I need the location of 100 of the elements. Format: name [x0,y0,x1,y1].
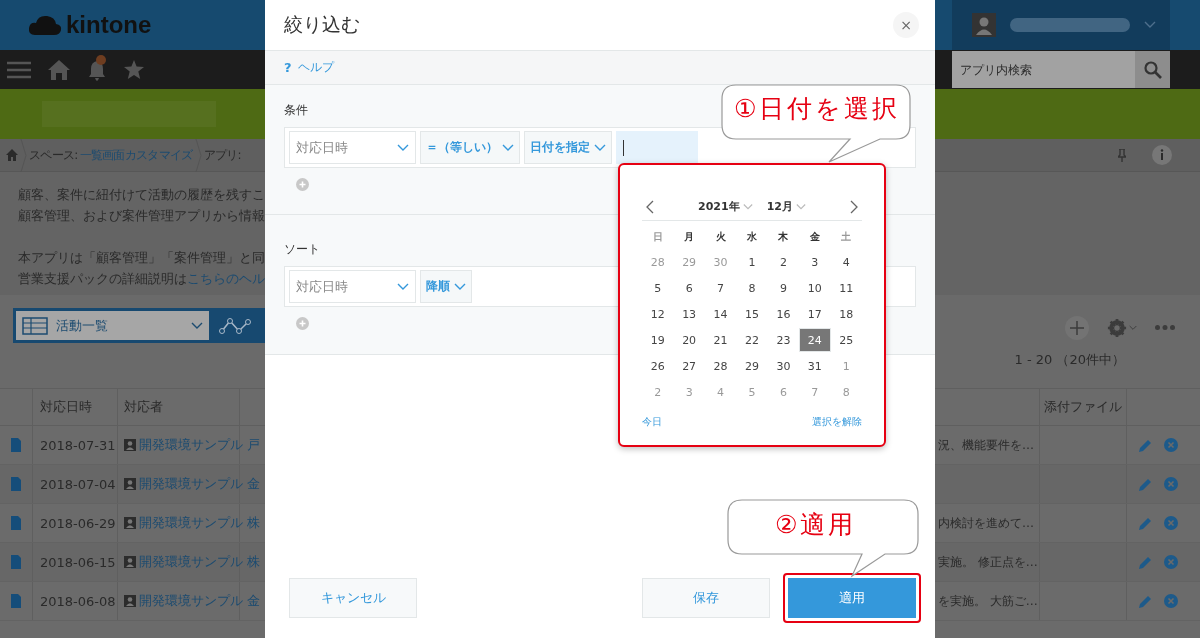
add-icon[interactable] [296,178,309,191]
calendar-day[interactable]: 29 [673,249,705,275]
settings-icon[interactable] [1107,317,1127,338]
next-icon[interactable] [850,199,858,214]
view-dropdown[interactable]: 活動一覧 [16,311,209,340]
calendar-day[interactable]: 11 [830,275,862,301]
edit-icon[interactable] [1139,516,1152,530]
calendar-day[interactable]: 20 [673,327,705,353]
calendar-day[interactable]: 8 [830,379,862,405]
help-link[interactable]: ヘルプ [297,59,334,76]
calendar-day[interactable]: 3 [673,379,705,405]
field-select[interactable]: 対応日時 [289,131,416,164]
calendar-day[interactable]: 1 [736,249,768,275]
document-icon[interactable] [11,477,21,491]
calendar-day[interactable]: 13 [673,301,705,327]
user-icon [124,478,136,490]
home-icon[interactable] [48,59,70,80]
calendar-day[interactable]: 14 [704,301,737,327]
home-icon[interactable] [6,149,18,161]
delete-icon[interactable] [1164,555,1178,569]
clear-link[interactable]: 選択を解除 [812,415,862,429]
calendar-day[interactable]: 5 [642,275,674,301]
add-icon[interactable] [296,317,309,330]
document-icon[interactable] [11,555,21,569]
edit-icon[interactable] [1139,477,1152,491]
operator-select[interactable]: ＝（等しい） [420,131,520,164]
star-icon[interactable] [124,60,144,79]
calendar-day[interactable]: 30 [767,353,800,379]
pin-icon[interactable] [1118,148,1126,162]
calendar-day[interactable]: 31 [799,353,831,379]
delete-icon[interactable] [1164,438,1178,452]
edit-icon[interactable] [1139,594,1152,608]
calendar-day[interactable]: 2 [767,249,800,275]
search-field[interactable]: アプリ内検索 [952,51,1135,88]
calendar-day[interactable]: 5 [736,379,768,405]
calendar-day[interactable]: 28 [704,353,737,379]
calendar-day[interactable]: 7 [799,379,831,405]
calendar-day[interactable]: 18 [830,301,862,327]
chevron-down-icon [1129,323,1137,332]
graph-icon[interactable] [219,316,251,335]
calendar-day[interactable]: 2 [642,379,674,405]
calendar-day[interactable]: 21 [704,327,737,353]
section-label: ソート [284,241,320,258]
calendar-day[interactable]: 4 [704,379,737,405]
document-icon[interactable] [11,516,21,530]
calendar-day[interactable]: 25 [830,327,862,353]
calendar-day[interactable]: 26 [642,353,674,379]
calendar-day[interactable]: 9 [767,275,800,301]
month-select[interactable]: 12月 [766,199,806,214]
calendar-day[interactable]: 15 [736,301,768,327]
calendar-day[interactable]: 6 [673,275,705,301]
document-icon[interactable] [11,438,21,452]
avatar-icon [972,13,996,37]
calendar-day[interactable]: 28 [642,249,674,275]
calendar-day[interactable]: 22 [736,327,768,353]
calendar-day[interactable]: 7 [704,275,737,301]
calendar-day[interactable]: 8 [736,275,768,301]
info-icon[interactable] [1152,145,1172,165]
more-icon[interactable] [1155,325,1175,330]
calendar-day[interactable]: 29 [736,353,768,379]
calendar-day[interactable]: 1 [830,353,862,379]
chevron-down-icon [397,143,409,152]
calendar-day[interactable]: 27 [673,353,705,379]
save-button[interactable]: 保存 [642,578,770,618]
edit-icon[interactable] [1139,555,1152,569]
delete-icon[interactable] [1164,516,1178,530]
calendar-day[interactable]: 4 [830,249,862,275]
date-input[interactable] [616,131,698,164]
user-menu[interactable] [952,0,1170,50]
calendar-day[interactable]: 6 [767,379,800,405]
order-select[interactable]: 降順 [420,270,472,303]
calendar-day[interactable]: 16 [767,301,800,327]
calendar-day[interactable]: 10 [799,275,831,301]
weekday-label: 日 [651,230,664,244]
weekday-label: 火 [714,230,727,244]
calendar-day[interactable]: 3 [799,249,831,275]
calendar-day[interactable]: 19 [642,327,674,353]
edit-icon[interactable] [1139,438,1152,452]
delete-icon[interactable] [1164,477,1178,491]
field-select[interactable]: 対応日時 [289,270,416,303]
calendar-day[interactable]: 24 [799,328,831,352]
app-logo[interactable]: kintone [66,11,152,39]
menu-icon[interactable] [7,60,31,79]
cancel-button[interactable]: キャンセル [289,578,417,618]
delete-icon[interactable] [1164,594,1178,608]
close-button[interactable]: × [893,12,919,38]
today-link[interactable]: 今日 [642,415,662,429]
search-button[interactable] [1135,51,1170,88]
year-select[interactable]: 2021年 [698,199,753,214]
calendar-day[interactable]: 12 [642,301,674,327]
document-icon[interactable] [11,594,21,608]
calendar-day[interactable]: 30 [704,249,737,275]
apply-button[interactable]: 適用 [788,578,916,618]
calendar-day[interactable]: 17 [799,301,831,327]
calendar-day[interactable]: 23 [767,327,800,353]
previous-icon[interactable] [646,199,654,214]
date-mode-select[interactable]: 日付を指定 [524,131,612,164]
table-cell: 2018-06-08 [33,582,118,620]
chevron-down-icon [454,282,466,291]
add-icon[interactable] [1065,315,1089,340]
